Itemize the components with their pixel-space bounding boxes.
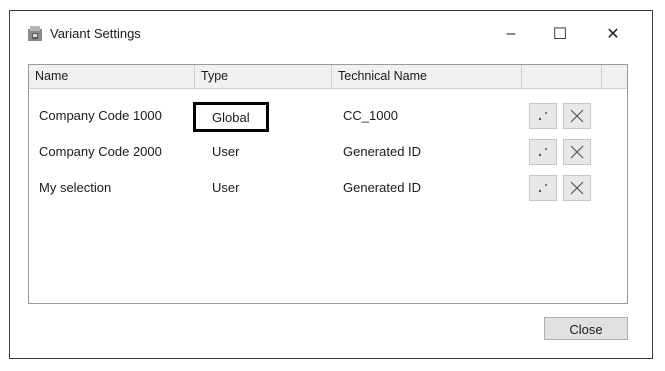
column-header-actions [522,65,602,88]
variant-table: Name Type Technical Name Company Code 10… [28,64,628,304]
variant-name-cell: My selection [39,180,112,195]
delete-variant-button[interactable] [563,103,591,129]
delete-icon [570,145,584,159]
maximize-button[interactable]: ☐ [537,19,583,49]
edit-variant-button[interactable] [529,175,557,201]
close-button[interactable]: Close [544,317,628,340]
table-row[interactable]: Company Code 1000 Global CC_1000 [29,101,627,132]
edit-icon [538,184,547,193]
variant-name-cell: Company Code 2000 [39,144,162,159]
delete-icon [570,181,584,195]
title-bar[interactable]: Variant Settings – ☐ ✕ [10,11,652,53]
technical-name-cell: Generated ID [343,180,422,195]
table-row[interactable]: Company Code 2000 User Generated ID [29,137,627,167]
technical-name-cell: Generated ID [343,144,422,159]
edit-icon [538,148,547,157]
delete-icon [570,109,584,123]
variant-settings-icon [26,25,44,42]
column-header-type[interactable]: Type [195,65,332,88]
delete-variant-button[interactable] [563,175,591,201]
window-title: Variant Settings [50,26,141,41]
minimize-button[interactable]: – [488,19,534,49]
variant-settings-dialog: Variant Settings – ☐ ✕ Name Type Technic… [9,10,653,359]
edit-variant-button[interactable] [529,103,557,129]
variant-name-cell: Company Code 1000 [39,108,162,123]
column-header-name[interactable]: Name [29,65,195,88]
edit-icon [538,112,547,121]
close-window-button[interactable]: ✕ [590,19,636,49]
table-header: Name Type Technical Name [29,65,627,89]
technical-name-cell: CC_1000 [343,108,398,123]
table-row[interactable]: My selection User Generated ID [29,173,627,203]
delete-variant-button[interactable] [563,139,591,165]
variant-type-cell: User [212,144,240,159]
edit-variant-button[interactable] [529,139,557,165]
variant-type-cell: User [212,180,240,195]
column-header-technical-name[interactable]: Technical Name [332,65,522,88]
variant-type-cell-highlighted: Global [193,102,269,132]
